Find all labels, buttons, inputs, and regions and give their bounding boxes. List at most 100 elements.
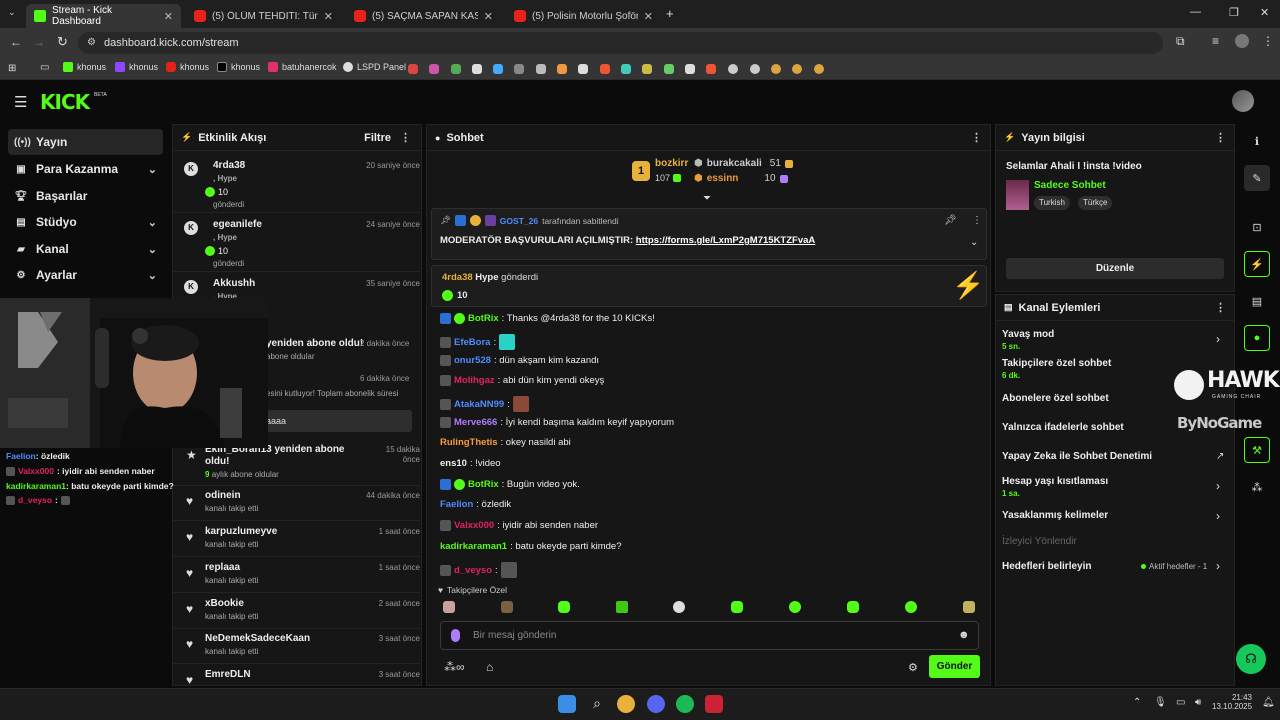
action-emote-only[interactable]: Yalnızca ifadelerle sohbet (1002, 422, 1124, 433)
app-icon[interactable] (705, 695, 723, 713)
nav-studyo[interactable]: ▤ Stüdyo ⌄ (8, 209, 163, 235)
send-button[interactable]: Gönder (929, 655, 980, 678)
more-options-icon[interactable]: ⋮ (972, 215, 982, 226)
community-icon[interactable]: ⁂ (1244, 474, 1270, 500)
emote-icon[interactable] (443, 601, 455, 613)
bookmark-icon[interactable] (557, 64, 567, 74)
lightning-icon[interactable]: ⚡ (1244, 251, 1270, 277)
media-icon[interactable]: ≡ (1212, 34, 1219, 48)
bookmark-icon[interactable] (771, 64, 781, 74)
bookmark-icon[interactable] (750, 64, 760, 74)
bookmark-khonus-x[interactable]: khonus (217, 62, 260, 72)
unpin-icon[interactable]: 📌︎ (944, 215, 957, 226)
bookmark-icon[interactable] (514, 64, 524, 74)
community-icon[interactable]: ⁂∞ (444, 660, 465, 674)
more-options-icon[interactable]: ⋮ (1215, 301, 1226, 314)
tab-search-icon[interactable]: ⌄ (8, 7, 20, 19)
kick-logo[interactable]: KICK (40, 90, 90, 114)
tag-pill[interactable]: Türkçe (1078, 196, 1113, 210)
nav-basarilar[interactable]: 🏆︎ Başarılar (8, 183, 163, 209)
emote-icon[interactable] (558, 601, 570, 613)
screen-icon[interactable]: ⊡ (1244, 214, 1270, 240)
close-icon[interactable]: ✕ (324, 10, 333, 23)
more-options-icon[interactable]: ⋮ (971, 131, 982, 144)
chat-icon[interactable]: ● (1244, 325, 1270, 351)
notification-icon[interactable]: 🔔︎ (1262, 697, 1275, 708)
bookmark-icon[interactable] (621, 64, 631, 74)
reload-icon[interactable]: ↻ (57, 34, 68, 50)
action-subscribers-only[interactable]: Abonelere özel sohbet (1002, 393, 1109, 404)
hamburger-menu-icon[interactable]: ☰ (14, 93, 27, 111)
action-slow-mode[interactable]: Yavaş mod 5 sn. (1002, 329, 1054, 351)
back-icon[interactable]: ← (10, 35, 22, 49)
bookmark-icon[interactable] (600, 64, 610, 74)
bookmark-icon[interactable] (493, 64, 503, 74)
chat-username[interactable]: Faelion (440, 499, 473, 510)
nav-ayarlar[interactable]: ⚙ Ayarlar ⌄ (8, 262, 163, 288)
chat-username[interactable]: Valxx000 (454, 520, 494, 531)
bookmark-icon[interactable] (642, 64, 652, 74)
windows-start-icon[interactable] (558, 695, 576, 713)
action-goals[interactable]: Hedefleri belirleyin (1002, 561, 1091, 572)
chat-username[interactable]: ens10 (440, 458, 467, 469)
edit-button[interactable]: Düzenle (1006, 258, 1224, 279)
chevron-right-icon[interactable]: › (1216, 479, 1220, 493)
clock[interactable]: 21:43 13.10.2025 (1212, 693, 1252, 711)
chat-username[interactable]: onur528 (454, 355, 491, 366)
search-icon[interactable]: ⌕ (588, 695, 606, 713)
emote-icon[interactable] (731, 601, 743, 613)
tab-youtube-2[interactable]: (5) SAÇMA SAPAN KASK| SSrid ✕ (346, 4, 501, 28)
bookmark-icon[interactable] (451, 64, 461, 74)
action-account-age[interactable]: Hesap yaşı kısıtlaması 1 sa. (1002, 476, 1108, 498)
address-bar[interactable]: ⚙ dashboard.kick.com/stream (78, 32, 1163, 54)
new-tab-button[interactable]: + (666, 6, 674, 21)
close-icon[interactable]: ✕ (164, 10, 173, 23)
tab-youtube-1[interactable]: (5) ÖLÜM TEHDİTİ: Türkiye'de Y ✕ (186, 4, 341, 28)
bookmark-icon[interactable] (728, 64, 738, 74)
bookmark-icon[interactable] (429, 64, 439, 74)
minimize-button[interactable]: — (1190, 6, 1201, 18)
wrench-icon[interactable]: ⚒ (1244, 437, 1270, 463)
spotify-icon[interactable] (676, 695, 694, 713)
close-icon[interactable]: ✕ (484, 10, 493, 23)
emote-icon[interactable] (673, 601, 685, 613)
chat-username[interactable]: d_veyso (454, 565, 492, 576)
microphone-icon[interactable] (451, 629, 460, 642)
bookmark-icon[interactable] (814, 64, 824, 74)
chevron-right-icon[interactable]: › (1216, 559, 1220, 573)
forward-icon[interactable]: → (33, 35, 45, 49)
bookmark-icon[interactable] (706, 64, 716, 74)
support-headset-icon[interactable]: ☊ (1236, 644, 1266, 674)
chat-username[interactable]: BotRix (468, 313, 499, 324)
microphone-icon[interactable]: 🎙︎ (1154, 697, 1167, 708)
bookmark-icon[interactable] (578, 64, 588, 74)
emote-icon[interactable] (847, 601, 859, 613)
gear-icon[interactable]: ⚙ (908, 661, 918, 674)
emote-icon[interactable] (616, 601, 628, 613)
nav-yayin[interactable]: ((•)) Yayın (8, 129, 163, 155)
bookmark-icon[interactable] (408, 64, 418, 74)
nav-kanal[interactable]: ▰ Kanal ⌄ (8, 236, 163, 262)
chevron-down-icon[interactable]: ⌄ (970, 237, 978, 248)
external-link-icon[interactable]: ↗ (1216, 451, 1224, 462)
document-icon[interactable]: ▤ (1244, 288, 1270, 314)
info-icon[interactable]: ℹ (1244, 128, 1270, 154)
emoji-icon[interactable]: ☻ (958, 629, 970, 641)
action-raid[interactable]: İzleyici Yönlendir (1002, 536, 1077, 547)
emote-icon[interactable] (905, 601, 917, 613)
filter-button[interactable]: Filtre (364, 132, 391, 144)
pinned-link[interactable]: https://forms.gle/LxmP2gM715KTZFvaA (636, 235, 815, 246)
chat-username[interactable]: RulingThetis (440, 437, 498, 448)
action-followers-only[interactable]: Takipçilere özel sohbet 6 dk. (1002, 358, 1111, 380)
chat-username[interactable]: EfeBora (454, 337, 490, 348)
bookmark-instagram[interactable]: batuhanercok (268, 62, 337, 72)
chat-username[interactable]: AtakaNN99 (454, 399, 504, 410)
bookmark-icon[interactable] (664, 64, 674, 74)
menu-icon[interactable]: ⋮ (1262, 34, 1274, 48)
profile-avatar[interactable] (1235, 34, 1249, 48)
chevron-right-icon[interactable]: › (1216, 509, 1220, 523)
tab-youtube-3[interactable]: (5) Polisin Motorlu Şoföre Çarpı ✕ (506, 4, 661, 28)
bookmark-icon[interactable] (536, 64, 546, 74)
collapse-icon[interactable]: ⏷ (703, 193, 711, 204)
tray-chevron-icon[interactable]: ⌃ (1133, 697, 1141, 708)
